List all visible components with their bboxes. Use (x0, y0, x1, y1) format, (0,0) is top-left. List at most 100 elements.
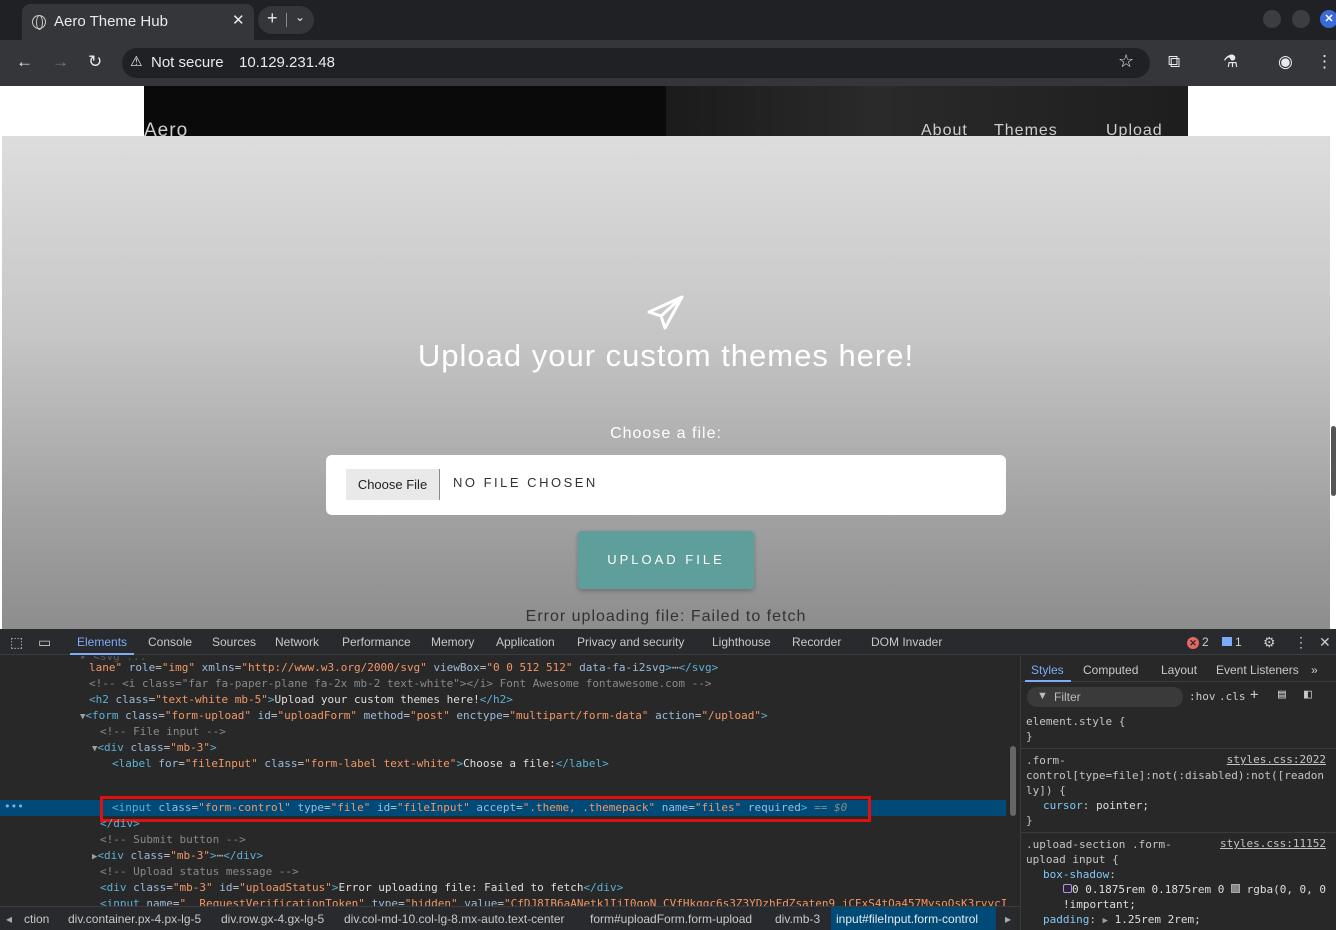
styles-tab-computed[interactable]: Computed (1083, 663, 1138, 677)
breadcrumb-scroll-left-icon[interactable]: ◂ (6, 912, 12, 926)
breadcrumb: ◂ ction div.container.px-4.px-lg-5 div.r… (0, 906, 1020, 930)
rule2-selector-b[interactable]: upload input { (1026, 852, 1119, 867)
devtools-tab-dom-invader[interactable]: DOM Invader (871, 635, 942, 649)
message-count: 1 (1235, 635, 1242, 649)
devtools-tab-sources[interactable]: Sources (212, 635, 256, 649)
menu-kebab-icon[interactable]: ⋮ (1316, 52, 1333, 72)
back-arrow-icon[interactable]: ← (16, 52, 33, 72)
nav-link-upload[interactable]: Upload (1106, 122, 1163, 136)
breadcrumb-item[interactable]: div.container.px-4.px-lg-5 (68, 912, 201, 926)
tab-search-chevron-icon[interactable]: ⌄ (295, 10, 305, 24)
devtools-tab-memory[interactable]: Memory (431, 635, 474, 649)
styles-tab-styles[interactable]: Styles (1031, 663, 1064, 677)
forward-arrow-icon[interactable]: → (52, 52, 69, 72)
upload-file-button[interactable]: UPLOAD FILE (578, 531, 754, 589)
rule2-declaration-shadow[interactable]: box-shadow: (1043, 867, 1116, 882)
breadcrumb-item[interactable]: form#uploadForm.form-upload (590, 912, 752, 926)
dom-line-comment-file[interactable]: <!-- File input --> (100, 724, 226, 740)
page-scrollbar[interactable] (1330, 86, 1336, 629)
styles-tab-layout[interactable]: Layout (1161, 663, 1197, 677)
devtools-tab-performance[interactable]: Performance (342, 635, 411, 649)
bookmark-star-icon[interactable]: ☆ (1118, 51, 1134, 72)
maximize-button[interactable] (1292, 10, 1310, 28)
dom-line-h2[interactable]: <h2 class="text-white mb-5">Upload your … (89, 692, 513, 708)
scrollbar-thumb[interactable] (1010, 746, 1016, 816)
rule1-selector-b[interactable]: control[type=file]:not(:disabled):not([r… (1026, 768, 1324, 783)
breadcrumb-item[interactable]: div.mb-3 (775, 912, 820, 926)
new-tab-button[interactable]: + (267, 8, 278, 29)
extensions-icon[interactable]: ⧉ (1168, 52, 1180, 72)
minimize-button[interactable] (1263, 10, 1281, 28)
dom-scrollbar[interactable] (1006, 656, 1020, 906)
devtools-menu-icon[interactable]: ⋮ (1294, 634, 1308, 651)
file-input[interactable]: Choose File NO FILE CHOSEN (326, 455, 1006, 515)
devtools-tab-network[interactable]: Network (275, 635, 319, 649)
dom-line-div-status[interactable]: <div class="mb-3" id="uploadStatus">Erro… (100, 880, 623, 896)
rule1-selector-c[interactable]: ly]) { (1026, 783, 1066, 798)
profile-icon[interactable]: ◉ (1278, 52, 1293, 72)
labs-flask-icon[interactable]: ⚗ (1223, 52, 1238, 72)
dom-line-form[interactable]: ▼<form class="form-upload" id="uploadFor… (80, 708, 768, 724)
dom-line-comment-status[interactable]: <!-- Upload status message --> (100, 864, 299, 880)
styles-tab-event-listeners[interactable]: Event Listeners (1216, 663, 1299, 677)
tab-close-icon[interactable]: ✕ (232, 11, 245, 29)
devtools-close-icon[interactable]: ✕ (1319, 634, 1331, 651)
devtools-tab-lighthouse[interactable]: Lighthouse (712, 635, 771, 649)
new-rule-plus-icon[interactable]: + (1250, 687, 1258, 703)
settings-gear-icon[interactable]: ⚙ (1263, 634, 1276, 651)
site-brand[interactable]: Aero (144, 120, 188, 136)
address-bar[interactable]: ⚠ Not secure 10.129.231.48 ☆ (122, 48, 1150, 78)
styles-filter-input[interactable]: ▼ Filter (1027, 687, 1183, 707)
shadow-editor-icon[interactable] (1063, 884, 1072, 893)
choose-file-button[interactable]: Choose File (346, 469, 440, 500)
device-toolbar-icon[interactable]: ▭ (38, 634, 51, 651)
nav-link-about[interactable]: About (921, 122, 968, 136)
color-swatch-icon[interactable] (1230, 884, 1240, 893)
breadcrumb-item[interactable]: div.row.gx-4.gx-lg-5 (221, 912, 324, 926)
rule2-selector-a[interactable]: .upload-section .form- (1026, 837, 1172, 852)
rule1-source-link[interactable]: styles.css:2022 (1227, 753, 1326, 766)
dom-line-svg[interactable]: lane" role="img" xmlns="http://www.w3.or… (89, 660, 718, 676)
security-status[interactable]: Not secure (151, 54, 224, 71)
rule1-selector-a[interactable]: .form- (1026, 753, 1066, 768)
toggle-sidebar-icon[interactable]: ◧ (1304, 687, 1312, 702)
rule2-shadow-value[interactable]: 0 0.1875rem 0.1875rem 0 rgba(0, 0, 0 (1063, 882, 1326, 897)
nav-link-themes[interactable]: Themes (994, 122, 1058, 136)
dom-tree[interactable]: ▸ <svg ... lane" role="img" xmlns="http:… (0, 656, 1006, 906)
dom-line-div-submit[interactable]: ▶<div class="mb-3">⋯</div> (92, 848, 263, 864)
error-count-badge[interactable]: ✕ 2 (1187, 635, 1209, 649)
scrollbar-thumb[interactable] (1331, 426, 1336, 496)
breadcrumb-scroll-right-icon[interactable]: ▸ (1005, 912, 1011, 926)
paint-brush-icon[interactable]: ▤ (1278, 687, 1286, 702)
ellipsis-icon[interactable]: ••• (4, 800, 24, 813)
more-tabs-chevron-icon[interactable]: » (1311, 663, 1318, 677)
url-text[interactable]: 10.129.231.48 (239, 54, 335, 71)
hover-state-toggle[interactable]: :hov (1189, 690, 1216, 703)
divider (1021, 748, 1336, 749)
reload-icon[interactable]: ↻ (88, 52, 102, 72)
devtools-tab-console[interactable]: Console (148, 635, 192, 649)
window-close-button[interactable]: ✕ (1320, 10, 1336, 28)
devtools-tab-recorder[interactable]: Recorder (792, 635, 841, 649)
breadcrumb-item[interactable]: div.col-md-10.col-lg-8.mx-auto.text-cent… (344, 912, 565, 926)
dom-line-div-mb3[interactable]: ▼<div class="mb-3"> (92, 740, 217, 756)
rule2-declaration-padding[interactable]: padding: ▶ 1.25rem 2rem; (1043, 912, 1201, 929)
dom-line-comment-submit[interactable]: <!-- Submit button --> (100, 832, 246, 848)
dom-line-token-input[interactable]: <input name="__RequestVerificationToken"… (100, 896, 1006, 906)
element-style-rule[interactable]: element.style { (1026, 714, 1125, 729)
rule2-source-link[interactable]: styles.css:11152 (1220, 837, 1326, 850)
devtools-tab-elements[interactable]: Elements (77, 635, 127, 649)
dom-line-comment-fa[interactable]: <!-- <i class="far fa-paper-plane fa-2x … (89, 676, 712, 692)
devtools-tab-privacy[interactable]: Privacy and security (577, 635, 684, 649)
rule1-declaration[interactable]: cursor: pointer; (1043, 798, 1149, 813)
class-toggle[interactable]: .cls (1219, 690, 1246, 703)
dom-line-label[interactable]: <label for="fileInput" class="form-label… (112, 756, 609, 772)
message-count-badge[interactable]: 1 (1222, 635, 1242, 649)
breadcrumb-item-active[interactable]: input#fileInput.form-control (836, 912, 978, 926)
warning-triangle-icon[interactable]: ⚠ (130, 53, 143, 70)
devtools-tab-application[interactable]: Application (496, 635, 555, 649)
dom-line-div-close[interactable]: </div> (100, 816, 140, 832)
browser-tab[interactable]: Aero Theme Hub ✕ (22, 4, 254, 40)
breadcrumb-item[interactable]: ction (24, 912, 49, 926)
inspect-element-icon[interactable]: ⬚ (10, 634, 23, 651)
